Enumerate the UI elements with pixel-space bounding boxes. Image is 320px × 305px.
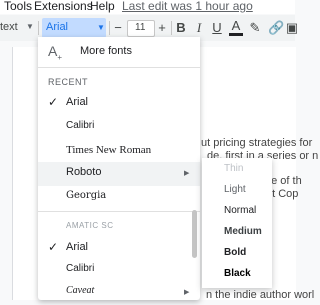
font-item-label: Arial xyxy=(66,96,89,108)
weight-item-normal[interactable]: Normal xyxy=(202,202,272,223)
weight-item-bold[interactable]: Bold xyxy=(202,244,272,265)
plus-icon[interactable]: + xyxy=(155,19,169,37)
weight-item-label: Bold xyxy=(224,247,247,258)
menu-scrollbar[interactable] xyxy=(192,210,197,258)
toolbar-divider xyxy=(171,21,172,35)
weight-item-medium[interactable]: Medium xyxy=(202,223,272,244)
toolbar-divider xyxy=(109,21,110,35)
font-item-times-new-roman[interactable]: Times New Roman xyxy=(38,140,200,164)
weight-item-label: Normal xyxy=(224,205,257,216)
weight-item-black[interactable]: Black xyxy=(202,265,272,286)
font-item-arial[interactable]: ✓ Arial xyxy=(38,237,200,261)
highlighter-icon[interactable]: ✎ xyxy=(248,19,262,37)
font-item-caveat[interactable]: Caveat ▶ xyxy=(38,281,200,305)
weight-item-light[interactable]: Light xyxy=(202,181,272,202)
italic-icon[interactable]: I xyxy=(192,19,206,37)
font-dropdown-menu: A+ More fonts RECENT ✓ Arial Calibri Tim… xyxy=(38,37,200,300)
check-icon: ✓ xyxy=(48,240,59,254)
comment-icon[interactable]: ▣ xyxy=(285,19,299,37)
document-text-line: ut pricing strategies for xyxy=(201,137,313,149)
font-item-arial-recent[interactable]: ✓ Arial xyxy=(38,92,200,116)
font-item-label: Georgia xyxy=(66,190,107,201)
underline-icon[interactable]: U xyxy=(210,19,224,37)
menu-help[interactable]: Help xyxy=(90,0,115,13)
font-item-calibri[interactable]: Calibri xyxy=(38,259,200,283)
chevron-down-icon: ▼ xyxy=(97,23,105,32)
menu-divider xyxy=(38,211,200,212)
menu-bar: Tools Extensions Help Last edit was 1 ho… xyxy=(0,0,295,14)
font-item-calibri-recent[interactable]: Calibri xyxy=(38,116,200,140)
menu-tools[interactable]: Tools xyxy=(4,0,32,13)
minus-icon[interactable]: − xyxy=(111,19,125,37)
font-item-label: Arial xyxy=(66,241,89,253)
font-select-value: Arial xyxy=(46,21,69,33)
more-fonts-button[interactable]: A+ More fonts xyxy=(38,39,200,65)
menu-extensions[interactable]: Extensions xyxy=(34,0,93,13)
bold-icon[interactable]: B xyxy=(174,19,188,37)
font-size-input[interactable]: 11 xyxy=(127,20,155,37)
menu-divider xyxy=(38,67,200,68)
submenu-arrow-icon: ▶ xyxy=(184,170,190,177)
toolbar-divider xyxy=(38,21,39,35)
recent-section-header: RECENT xyxy=(48,77,89,87)
weight-item-label: Black xyxy=(224,268,251,279)
font-item-label: Roboto xyxy=(66,166,102,178)
style-select-value[interactable]: text xyxy=(0,21,18,33)
font-item-label: Calibri xyxy=(66,120,95,131)
font-select[interactable]: Arial ▼ xyxy=(42,18,106,38)
add-font-icon: A+ xyxy=(48,43,63,62)
submenu-arrow-icon: ▶ xyxy=(184,289,190,296)
weight-item-thin[interactable]: Thin xyxy=(202,160,272,181)
font-item-label: Calibri xyxy=(66,263,95,274)
check-icon: ✓ xyxy=(48,95,59,109)
document-text-line: n the indie author worl xyxy=(206,289,315,301)
link-icon[interactable]: 🔗 xyxy=(268,19,284,37)
font-weight-submenu: Thin Light Normal Medium Bold Black xyxy=(202,158,272,288)
font-item-label: AMATIC SC xyxy=(66,221,114,230)
weight-item-label: Thin xyxy=(224,163,244,174)
font-item-label: Caveat xyxy=(66,285,95,296)
font-item-label: Times New Roman xyxy=(66,144,152,156)
weight-item-label: Medium xyxy=(224,226,262,237)
chevron-down-icon[interactable]: ▼ xyxy=(26,22,34,31)
weight-item-label: Light xyxy=(224,184,246,195)
font-item-roboto[interactable]: Roboto ▶ xyxy=(38,162,200,186)
more-fonts-label: More fonts xyxy=(80,45,132,57)
text-color-icon[interactable]: A xyxy=(229,19,243,36)
font-item-georgia[interactable]: Georgia xyxy=(38,186,200,210)
font-size-value: 11 xyxy=(135,22,146,33)
last-edit-link[interactable]: Last edit was 1 hour ago xyxy=(122,0,253,13)
font-item-amatic-sc[interactable]: AMATIC SC xyxy=(38,215,200,239)
